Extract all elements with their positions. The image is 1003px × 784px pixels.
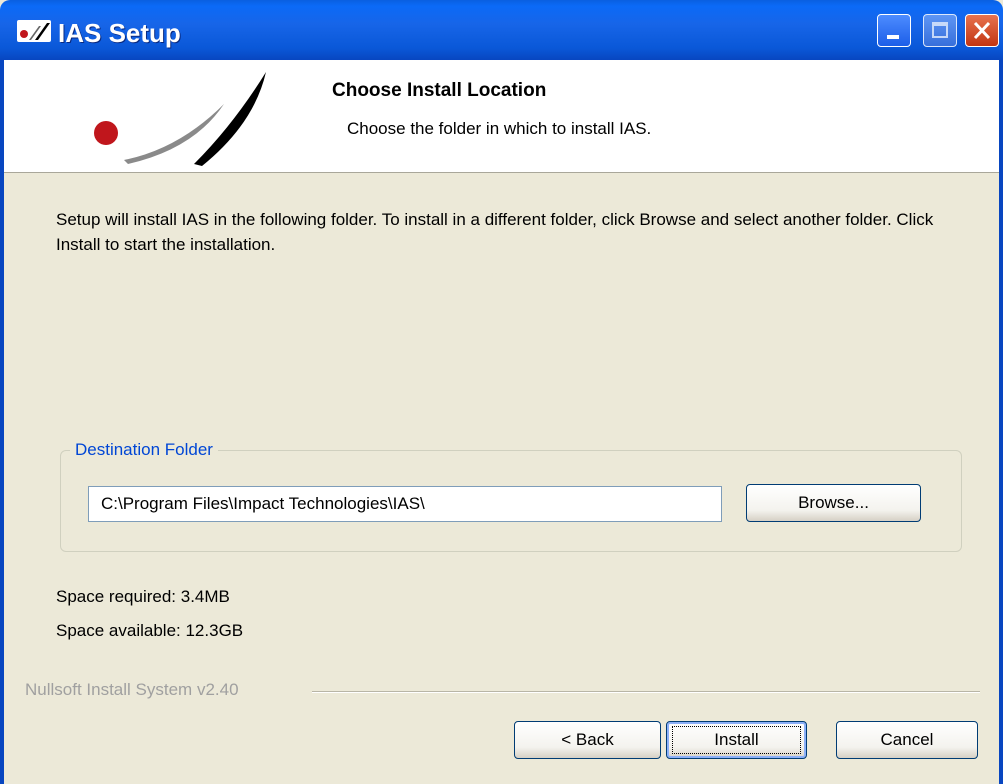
space-available-text: Space available: 12.3GB bbox=[56, 621, 244, 640]
page-title: Choose Install Location bbox=[332, 80, 547, 101]
cancel-button[interactable]: Cancel bbox=[836, 721, 978, 759]
page-header: Choose Install Location Choose the folde… bbox=[4, 60, 999, 173]
minimize-icon[interactable] bbox=[877, 14, 911, 47]
nsis-installer-icon bbox=[17, 20, 51, 42]
installer-window: IAS Setup Choose Install Location Choose… bbox=[0, 0, 1003, 784]
back-button[interactable]: < Back bbox=[514, 721, 661, 759]
window-frame-right bbox=[999, 60, 1003, 784]
close-icon[interactable] bbox=[965, 14, 999, 47]
window-title: IAS Setup bbox=[58, 18, 181, 48]
nsis-branding-text: Nullsoft Install System v2.40 bbox=[25, 680, 239, 699]
destination-path-input[interactable] bbox=[88, 486, 722, 522]
page-subtitle: Choose the folder in which to install IA… bbox=[347, 119, 652, 138]
maximize-icon[interactable] bbox=[923, 14, 957, 47]
title-bar[interactable]: IAS Setup bbox=[0, 0, 1003, 60]
instructions-text: Setup will install IAS in the following … bbox=[56, 210, 934, 254]
ias-logo bbox=[94, 72, 266, 166]
install-focus-ring bbox=[672, 726, 801, 754]
space-required-text: Space required: 3.4MB bbox=[56, 587, 230, 606]
branding-divider bbox=[312, 691, 980, 693]
install-button[interactable]: Install bbox=[666, 721, 807, 759]
browse-button[interactable]: Browse... bbox=[746, 484, 921, 522]
destination-folder-legend: Destination Folder bbox=[70, 440, 218, 460]
